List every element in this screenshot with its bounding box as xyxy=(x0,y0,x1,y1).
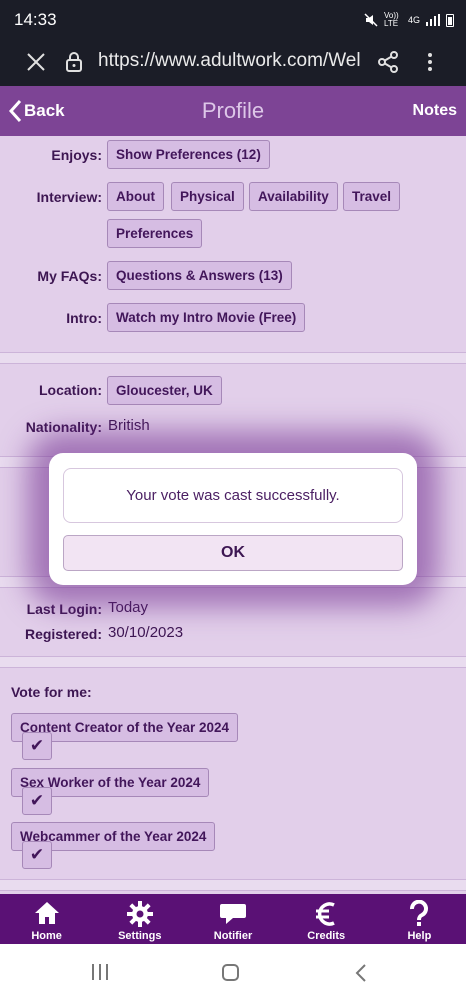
interview-travel-button[interactable]: Travel xyxy=(343,182,401,211)
section-divider xyxy=(0,656,466,668)
section-divider xyxy=(0,879,466,891)
share-icon[interactable] xyxy=(376,50,400,74)
signal-icon xyxy=(426,14,440,26)
registered-value: 30/10/2023 xyxy=(108,624,184,641)
nav-settings[interactable]: Settings xyxy=(93,894,186,944)
dialog-message: Your vote was cast successfully. xyxy=(63,468,403,523)
browser-toolbar: https://www.adultwork.com/Wel xyxy=(0,40,466,86)
nationality-label: Nationality: xyxy=(25,419,102,435)
system-nav-bar xyxy=(0,944,466,1000)
interview-preferences-button[interactable]: Preferences xyxy=(107,219,203,248)
last-login-label: Last Login: xyxy=(26,601,102,617)
notes-button[interactable]: Notes xyxy=(413,102,457,120)
ok-button[interactable]: OK xyxy=(63,535,403,571)
show-preferences-button[interactable]: Show Preferences (12) xyxy=(107,140,270,169)
bottom-nav: Home Settings Notifier Credits Help xyxy=(0,894,466,944)
interview-label: Interview: xyxy=(36,189,102,205)
status-time: 14:33 xyxy=(14,10,57,29)
euro-icon xyxy=(316,902,335,926)
questions-answers-button[interactable]: Questions & Answers (13) xyxy=(107,261,292,290)
vote-heading: Vote for me: xyxy=(11,684,92,700)
vote-content-creator-check[interactable]: ✔ xyxy=(22,732,52,760)
page-title: Profile xyxy=(201,98,265,123)
vote-sex-worker-check[interactable]: ✔ xyxy=(22,787,52,815)
close-icon[interactable] xyxy=(24,50,48,74)
nav-credits[interactable]: Credits xyxy=(280,894,373,944)
status-bar: 14:33 Vo)) LTE 4G xyxy=(0,0,466,40)
volte-indicator: Vo)) LTE xyxy=(383,11,399,28)
section-divider xyxy=(0,352,466,364)
vote-webcammer-check[interactable]: ✔ xyxy=(22,841,52,869)
location-button[interactable]: Gloucester, UK xyxy=(107,376,222,405)
url-field[interactable]: https://www.adultwork.com/Wel xyxy=(98,50,360,72)
location-label: Location: xyxy=(39,382,102,398)
intro-movie-button[interactable]: Watch my Intro Movie (Free) xyxy=(107,303,306,332)
interview-availability-button[interactable]: Availability xyxy=(249,182,338,211)
more-options-icon[interactable] xyxy=(418,50,442,74)
registered-label: Registered: xyxy=(24,626,102,642)
faqs-label: My FAQs: xyxy=(37,268,102,284)
profile-header: Back Profile Notes xyxy=(0,86,466,136)
enjoys-label: Enjoys: xyxy=(51,147,102,163)
nav-settings-label: Settings xyxy=(118,930,162,942)
nav-home-label: Home xyxy=(31,930,62,942)
nav-help-label: Help xyxy=(407,930,432,942)
battery-icon xyxy=(446,13,454,27)
nav-help[interactable]: Help xyxy=(373,894,466,944)
intro-label: Intro: xyxy=(66,310,102,326)
home-icon xyxy=(34,902,59,924)
nav-home[interactable]: Home xyxy=(0,894,93,944)
question-icon xyxy=(410,900,429,926)
chat-bubble-icon xyxy=(220,904,246,924)
status-icons: Vo)) LTE 4G xyxy=(364,12,454,28)
gear-icon xyxy=(126,901,153,927)
recent-apps-icon[interactable] xyxy=(92,964,108,980)
nationality-value: British xyxy=(108,417,150,434)
system-back-icon[interactable] xyxy=(354,963,368,983)
mute-icon xyxy=(364,13,378,27)
network-type-indicator: 4G xyxy=(407,15,420,25)
interview-physical-button[interactable]: Physical xyxy=(171,182,244,211)
vote-confirmation-dialog: Your vote was cast successfully. OK xyxy=(49,453,417,585)
last-login-value: Today xyxy=(108,599,149,616)
system-home-icon[interactable] xyxy=(222,964,239,981)
nav-notifier-label: Notifier xyxy=(213,930,253,942)
nav-credits-label: Credits xyxy=(307,930,346,942)
lock-icon[interactable] xyxy=(64,51,84,73)
nav-notifier[interactable]: Notifier xyxy=(186,894,279,944)
interview-about-button[interactable]: About xyxy=(107,182,164,211)
